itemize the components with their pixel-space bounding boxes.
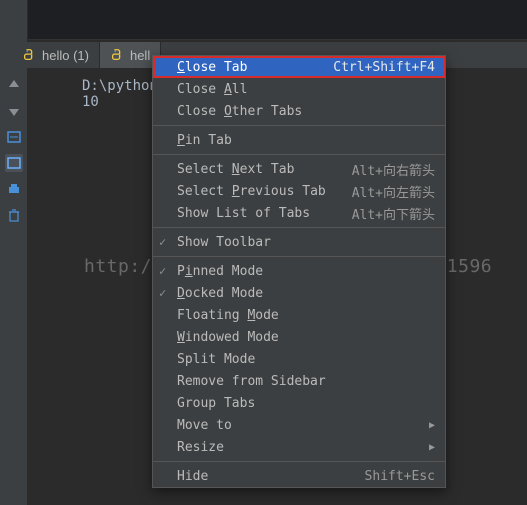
menu-item-label: Move to xyxy=(177,418,232,433)
arrow-up-icon[interactable] xyxy=(5,76,23,94)
menu-item-label: Hide xyxy=(177,469,208,484)
title-bar-area xyxy=(28,0,527,40)
python-file-icon xyxy=(110,48,124,62)
line-number xyxy=(42,78,60,94)
menu-shortcut: Alt+向左箭头 xyxy=(352,182,435,201)
arrow-down-icon[interactable] xyxy=(5,102,23,120)
menu-item-show-toolbar[interactable]: ✓ Show Toolbar xyxy=(153,231,445,253)
menu-item-hide[interactable]: Hide Shift+Esc xyxy=(153,465,445,487)
menu-item-label: Select Previous Tab xyxy=(177,184,326,199)
menu-item-label: Show Toolbar xyxy=(177,235,271,250)
menu-shortcut: Alt+向右箭头 xyxy=(352,160,435,179)
menu-item-label: Pinned Mode xyxy=(177,264,263,279)
tab-label: hello (1) xyxy=(42,48,89,63)
print-icon[interactable] xyxy=(5,180,23,198)
check-icon: ✓ xyxy=(159,264,166,278)
check-icon: ✓ xyxy=(159,286,166,300)
menu-separator xyxy=(153,256,445,257)
menu-item-close-tab[interactable]: Close Tab Ctrl+Shift+F4 xyxy=(153,56,445,78)
submenu-arrow-icon: ▶ xyxy=(429,420,435,431)
menu-item-label: Close All xyxy=(177,82,247,97)
wrap-icon[interactable] xyxy=(5,128,23,146)
code-value: 10 xyxy=(82,94,99,110)
menu-item-label: Floating Mode xyxy=(177,308,279,323)
submenu-arrow-icon: ▶ xyxy=(429,442,435,453)
menu-item-floating-mode[interactable]: Floating Mode xyxy=(153,304,445,326)
menu-item-pinned-mode[interactable]: ✓ Pinned Mode xyxy=(153,260,445,282)
tab-label: hell xyxy=(130,48,150,63)
soft-wrap-icon[interactable] xyxy=(5,154,23,172)
menu-item-label: Close Other Tabs xyxy=(177,104,302,119)
trash-icon[interactable] xyxy=(5,206,23,224)
menu-item-label: Remove from Sidebar xyxy=(177,374,326,389)
menu-item-select-next-tab[interactable]: Select Next Tab Alt+向右箭头 xyxy=(153,158,445,180)
menu-separator xyxy=(153,227,445,228)
menu-item-label: Select Next Tab xyxy=(177,162,294,177)
left-tool-strip xyxy=(0,0,28,505)
line-number xyxy=(42,94,60,110)
tab-context-menu: Close Tab Ctrl+Shift+F4 Close All Close Oth… xyxy=(152,55,446,488)
menu-item-docked-mode[interactable]: ✓ Docked Mode xyxy=(153,282,445,304)
menu-item-remove-from-sidebar[interactable]: Remove from Sidebar xyxy=(153,370,445,392)
menu-item-windowed-mode[interactable]: Windowed Mode xyxy=(153,326,445,348)
menu-separator xyxy=(153,154,445,155)
menu-item-close-other-tabs[interactable]: Close Other Tabs xyxy=(153,100,445,122)
menu-item-close-all[interactable]: Close All xyxy=(153,78,445,100)
menu-item-label: Close Tab xyxy=(177,60,247,75)
menu-item-show-list-of-tabs[interactable]: Show List of Tabs Alt+向下箭头 xyxy=(153,202,445,224)
menu-item-split-mode[interactable]: Split Mode xyxy=(153,348,445,370)
menu-item-move-to[interactable]: Move to ▶ xyxy=(153,414,445,436)
menu-item-label: Split Mode xyxy=(177,352,255,367)
menu-item-select-previous-tab[interactable]: Select Previous Tab Alt+向左箭头 xyxy=(153,180,445,202)
menu-item-pin-tab[interactable]: Pin Tab xyxy=(153,129,445,151)
menu-item-label: Show List of Tabs xyxy=(177,206,310,221)
tab-hello-1[interactable]: hello (1) xyxy=(12,42,100,68)
menu-item-label: Windowed Mode xyxy=(177,330,279,345)
menu-separator xyxy=(153,461,445,462)
menu-item-label: Group Tabs xyxy=(177,396,255,411)
menu-separator xyxy=(153,125,445,126)
menu-shortcut: Ctrl+Shift+F4 xyxy=(333,60,435,75)
check-icon: ✓ xyxy=(159,235,166,249)
menu-item-label: Resize xyxy=(177,440,224,455)
python-file-icon xyxy=(22,48,36,62)
menu-item-label: Pin Tab xyxy=(177,133,232,148)
menu-item-resize[interactable]: Resize ▶ xyxy=(153,436,445,458)
menu-item-label: Docked Mode xyxy=(177,286,263,301)
menu-shortcut: Shift+Esc xyxy=(365,469,435,484)
menu-item-group-tabs[interactable]: Group Tabs xyxy=(153,392,445,414)
menu-shortcut: Alt+向下箭头 xyxy=(352,204,435,223)
